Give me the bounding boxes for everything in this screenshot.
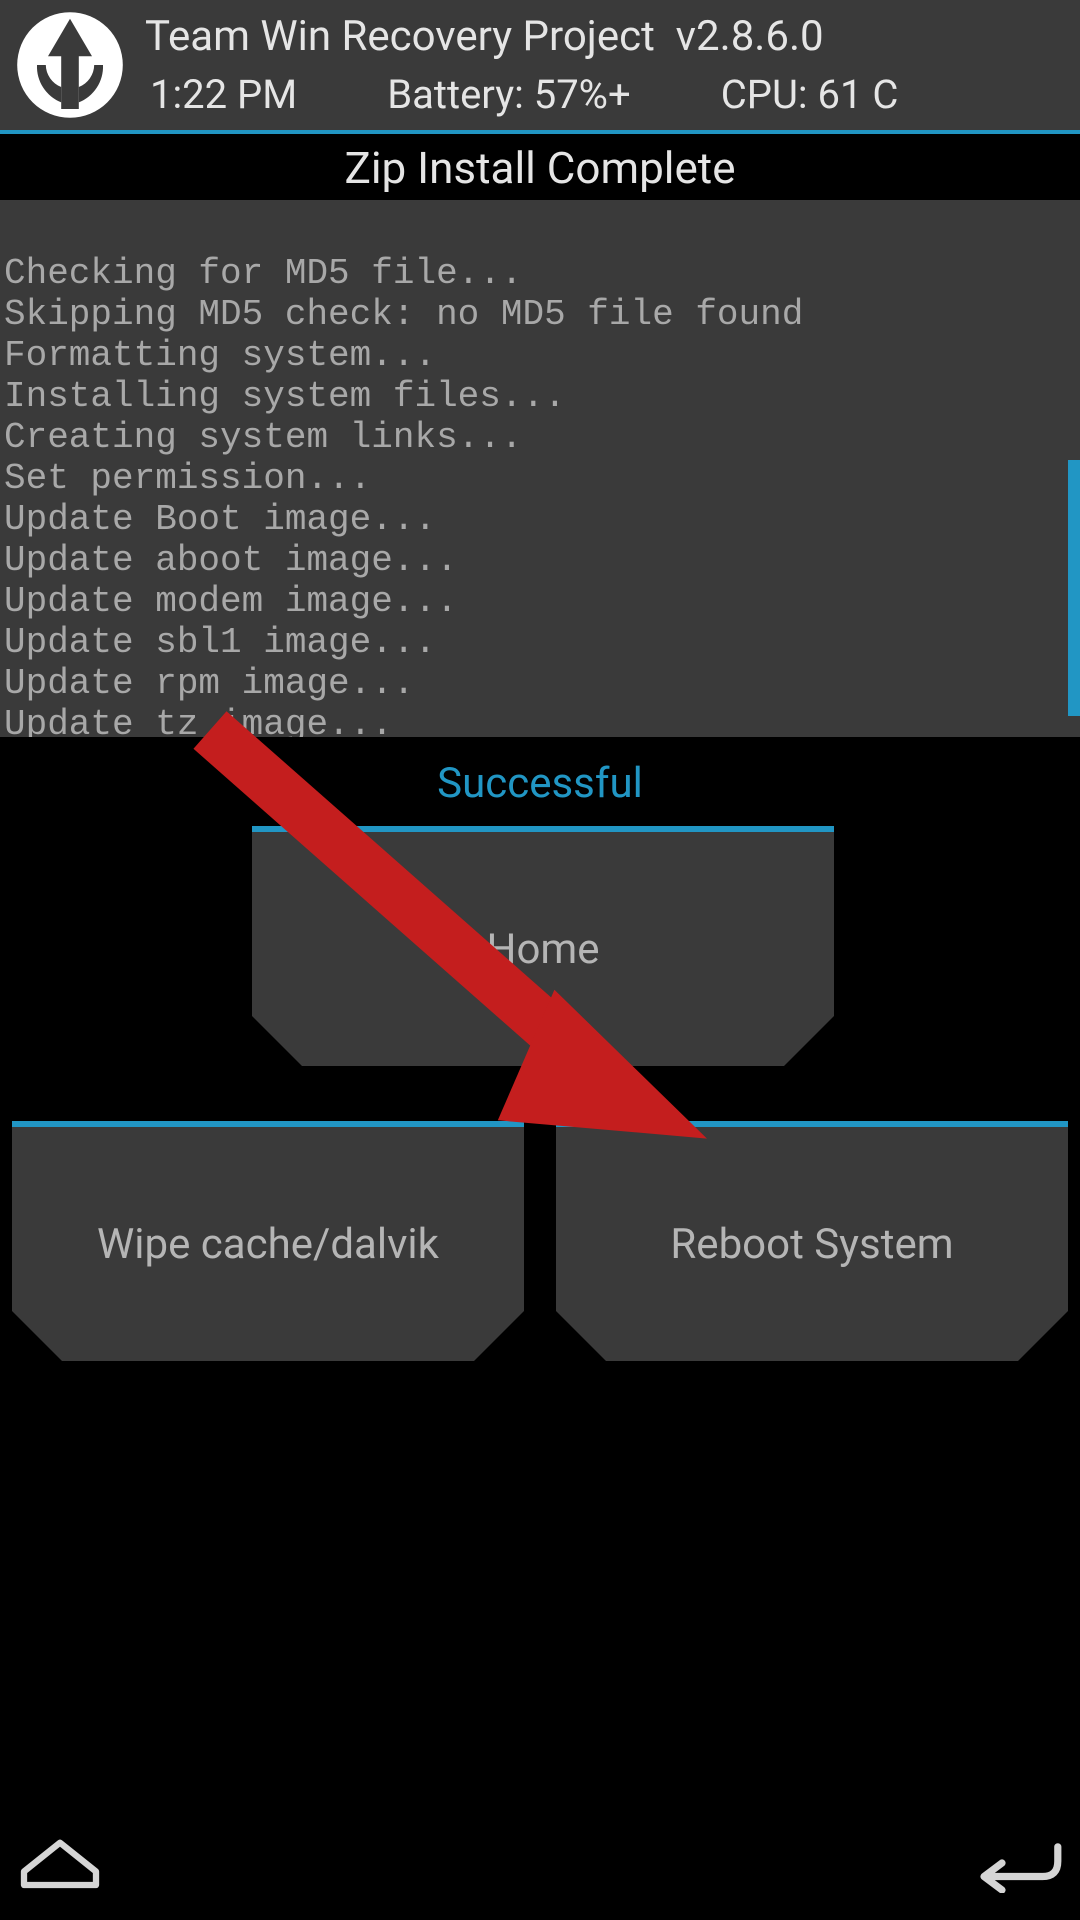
home-button-label: Home [486,925,599,974]
status-badge: Successful [0,737,1080,826]
wipe-cache-button[interactable]: Wipe cache/dalvik [12,1121,524,1361]
header-bar: Team Win Recovery Project v2.8.6.0 1:22 … [0,0,1080,130]
battery-label: Battery: 57%+ [387,71,630,118]
home-icon[interactable] [15,1818,105,1908]
scrollbar-thumb[interactable] [1068,460,1080,716]
cpu-label: CPU: 61 C [721,71,899,118]
wipe-cache-button-label: Wipe cache/dalvik [97,1220,439,1269]
app-title: Team Win Recovery Project v2.8.6.0 [145,12,1065,61]
home-button[interactable]: Home [252,826,834,1066]
back-icon[interactable] [975,1818,1065,1908]
console-output[interactable]: Checking for MD5 file... Skipping MD5 ch… [0,200,1080,737]
nav-bar [0,1805,1080,1920]
twrp-logo-icon [15,10,125,120]
reboot-system-button[interactable]: Reboot System [556,1121,1068,1361]
page-title: Zip Install Complete [0,134,1080,200]
reboot-system-button-label: Reboot System [670,1220,953,1269]
time-label: 1:22 PM [150,71,297,118]
status-line: 1:22 PM Battery: 57%+ CPU: 61 C [145,71,1065,118]
